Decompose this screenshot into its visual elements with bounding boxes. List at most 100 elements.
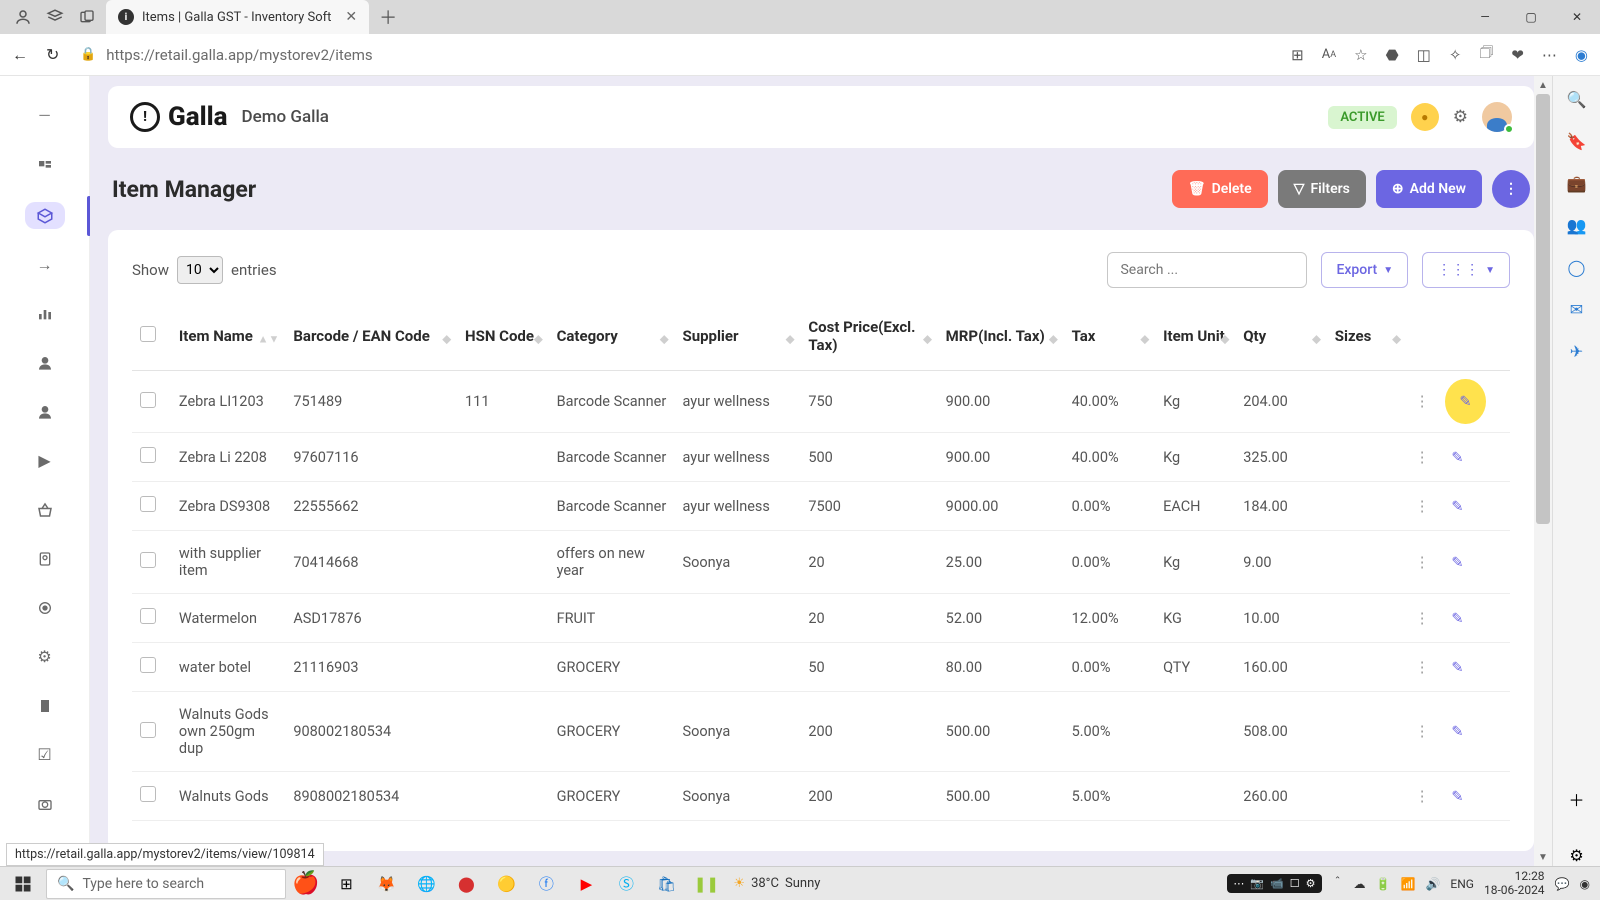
office-icon[interactable]: ◯ bbox=[1566, 256, 1588, 278]
tray-up-icon[interactable]: ＾ bbox=[1332, 875, 1344, 892]
edge-icon[interactable]: 🌐 bbox=[413, 871, 439, 897]
favorites-bar-icon[interactable]: ✧ bbox=[1449, 46, 1462, 64]
browser-tab[interactable]: i Items | Galla GST - Inventory Soft ✕ bbox=[106, 0, 369, 34]
nav-basket[interactable] bbox=[25, 496, 65, 523]
extension1-icon[interactable]: ⬣ bbox=[1386, 46, 1399, 64]
row-edit-icon[interactable]: ✎ bbox=[1451, 610, 1463, 627]
col-qty[interactable]: Qty bbox=[1243, 327, 1266, 345]
youtube-icon[interactable]: ▶ bbox=[573, 871, 599, 897]
col-hsn[interactable]: HSN Code bbox=[465, 327, 534, 345]
address-bar[interactable]: 🔒 https://retail.galla.app/mystorev2/ite… bbox=[80, 46, 1277, 64]
taskbar-search[interactable]: 🔍Type here to search bbox=[46, 869, 286, 899]
copilot-tray-icon[interactable]: ◉ bbox=[1580, 877, 1590, 891]
row-menu-icon[interactable]: ⋮ bbox=[1415, 723, 1430, 740]
credits-icon[interactable]: ● bbox=[1411, 103, 1439, 131]
tools-icon[interactable]: 💼 bbox=[1566, 172, 1588, 194]
search-icon[interactable]: 🔍 bbox=[1566, 88, 1588, 110]
add-new-button[interactable]: ⊕Add New bbox=[1376, 170, 1482, 208]
task-view-icon[interactable]: ⊞ bbox=[333, 871, 359, 897]
tab-actions-icon[interactable] bbox=[78, 8, 96, 26]
row-checkbox[interactable] bbox=[140, 657, 156, 673]
close-tab-icon[interactable]: ✕ bbox=[339, 9, 357, 25]
row-checkbox[interactable] bbox=[140, 608, 156, 624]
app-mode-icon[interactable]: ⊞ bbox=[1291, 46, 1304, 64]
row-checkbox[interactable] bbox=[140, 392, 156, 408]
tray-lang[interactable]: ENG bbox=[1450, 877, 1474, 891]
row-edit-icon[interactable]: ✎ bbox=[1451, 788, 1463, 805]
row-checkbox[interactable] bbox=[140, 447, 156, 463]
back-button[interactable]: ← bbox=[12, 45, 32, 65]
minimize-button[interactable]: ― bbox=[1462, 0, 1508, 34]
col-cost[interactable]: Cost Price(Excl. Tax) bbox=[808, 318, 915, 354]
row-menu-icon[interactable]: ⋮ bbox=[1415, 788, 1430, 805]
nav-location[interactable] bbox=[25, 594, 65, 621]
col-category[interactable]: Category bbox=[557, 327, 618, 345]
nav-check[interactable]: ☑ bbox=[25, 741, 65, 768]
firefox-icon[interactable]: 🦊 bbox=[373, 871, 399, 897]
favorite-icon[interactable]: ☆ bbox=[1354, 46, 1367, 64]
split-screen-icon[interactable]: ◫ bbox=[1417, 46, 1431, 64]
avatar[interactable] bbox=[1482, 102, 1512, 132]
extension2-icon[interactable]: ❤ bbox=[1511, 46, 1524, 64]
copilot-icon[interactable]: ◉ bbox=[1575, 46, 1588, 64]
select-all-checkbox[interactable] bbox=[140, 326, 156, 342]
notifications-icon[interactable]: 💬 bbox=[1555, 877, 1570, 891]
brand-logo[interactable]: ! Galla bbox=[130, 102, 228, 132]
row-menu-icon[interactable]: ⋮ bbox=[1415, 554, 1430, 571]
sidebar-collapse-icon[interactable]: — bbox=[38, 106, 51, 125]
sidebar-settings-icon[interactable]: ⚙ bbox=[1566, 844, 1588, 866]
store-icon[interactable]: 🛍 bbox=[653, 871, 679, 897]
tray-volume-icon[interactable]: 🔊 bbox=[1425, 877, 1440, 891]
col-sizes[interactable]: Sizes bbox=[1335, 327, 1372, 345]
col-mrp[interactable]: MRP(Incl. Tax) bbox=[946, 327, 1045, 345]
outlook-icon[interactable]: ✉ bbox=[1566, 298, 1588, 320]
send-icon[interactable]: ✈ bbox=[1566, 340, 1588, 362]
nav-book[interactable] bbox=[25, 545, 65, 572]
search-input[interactable] bbox=[1107, 252, 1307, 288]
row-checkbox[interactable] bbox=[140, 722, 156, 738]
nav-settings[interactable]: ⚙ bbox=[25, 643, 65, 670]
col-item-name[interactable]: Item Name bbox=[179, 327, 253, 345]
row-edit-icon[interactable]: ✎ bbox=[1451, 723, 1463, 740]
col-unit[interactable]: Item Unit bbox=[1163, 327, 1225, 345]
nav-customers[interactable] bbox=[25, 349, 65, 376]
maximize-button[interactable]: ▢ bbox=[1508, 0, 1554, 34]
refresh-button[interactable]: ↻ bbox=[46, 45, 66, 64]
people-icon[interactable]: 👥 bbox=[1566, 214, 1588, 236]
col-tax[interactable]: Tax bbox=[1072, 327, 1096, 345]
page-size-select[interactable]: 10 bbox=[177, 256, 223, 284]
facebook-icon[interactable]: ⓕ bbox=[533, 871, 559, 897]
start-button[interactable] bbox=[0, 875, 46, 893]
export-button[interactable]: Export▼ bbox=[1321, 252, 1408, 288]
app-icon[interactable]: ❚❚ bbox=[693, 871, 719, 897]
col-barcode[interactable]: Barcode / EAN Code bbox=[293, 327, 429, 345]
delete-button[interactable]: 🗑Delete bbox=[1172, 170, 1268, 208]
nav-play[interactable]: ▶ bbox=[25, 447, 65, 474]
nav-items[interactable] bbox=[25, 202, 65, 229]
row-menu-icon[interactable]: ⋮ bbox=[1415, 498, 1430, 515]
tray-wifi-icon[interactable]: 📶 bbox=[1401, 877, 1416, 891]
tray-cloud-icon[interactable]: ☁ bbox=[1354, 877, 1366, 891]
nav-suppliers[interactable] bbox=[25, 398, 65, 425]
shopping-icon[interactable]: 🔖 bbox=[1566, 130, 1588, 152]
nav-camera[interactable] bbox=[25, 790, 65, 817]
close-window-button[interactable]: ✕ bbox=[1554, 0, 1600, 34]
profile-icon[interactable] bbox=[14, 8, 32, 26]
tray-group[interactable]: ⋯📷📹☐⚙ bbox=[1227, 874, 1321, 893]
row-edit-icon[interactable]: ✎ bbox=[1451, 449, 1463, 466]
row-edit-icon[interactable]: ✎ bbox=[1451, 659, 1463, 676]
row-checkbox[interactable] bbox=[140, 786, 156, 802]
chrome-icon[interactable]: 🟡 bbox=[493, 871, 519, 897]
nav-transfer[interactable]: → bbox=[25, 251, 65, 278]
col-supplier[interactable]: Supplier bbox=[682, 327, 738, 345]
row-edit-icon[interactable]: ✎ bbox=[1451, 498, 1463, 515]
filters-button[interactable]: ▽Filters bbox=[1278, 170, 1366, 208]
skype-icon[interactable]: Ⓢ bbox=[613, 871, 639, 897]
row-menu-icon[interactable]: ⋮ bbox=[1415, 659, 1430, 676]
row-checkbox[interactable] bbox=[140, 552, 156, 568]
more-actions-button[interactable]: ⋮ bbox=[1492, 170, 1530, 208]
row-menu-icon[interactable]: ⋮ bbox=[1415, 393, 1430, 410]
nav-building[interactable] bbox=[25, 692, 65, 719]
tray-battery-icon[interactable]: 🔋 bbox=[1376, 877, 1391, 891]
nav-reports[interactable] bbox=[25, 300, 65, 327]
